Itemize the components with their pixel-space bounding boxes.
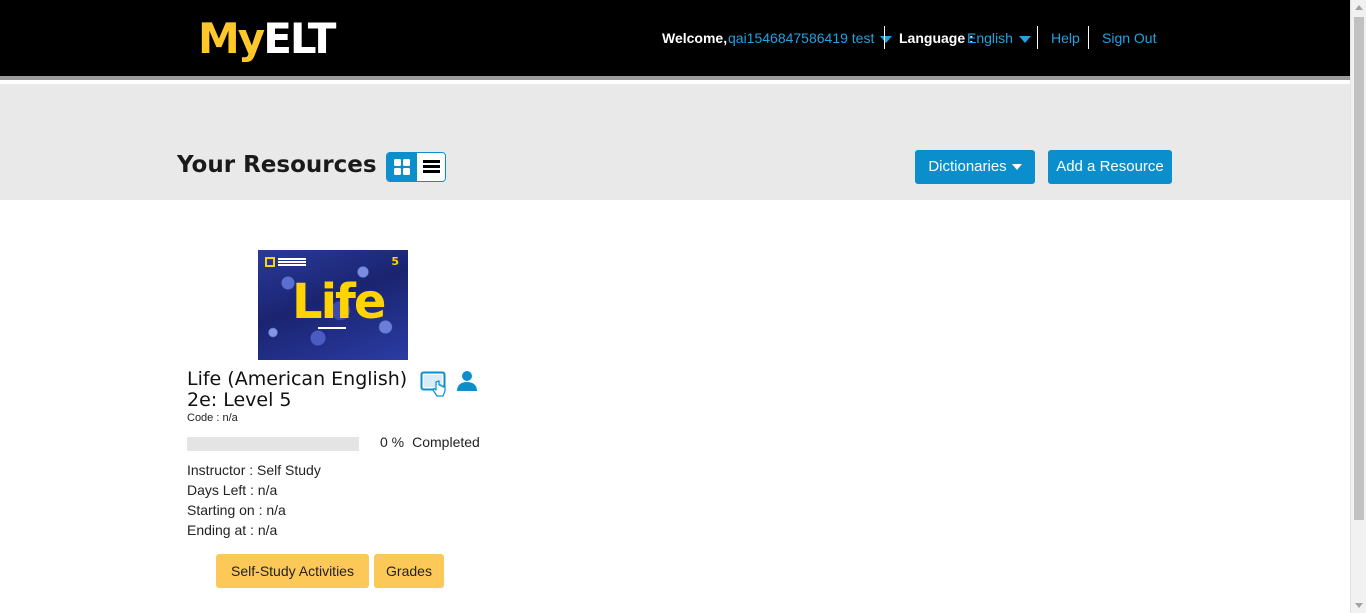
user-menu[interactable]: qai1546847586419 test	[728, 27, 893, 49]
list-view-icon[interactable]	[417, 153, 445, 181]
scroll-up-icon[interactable]	[1355, 5, 1363, 10]
progress-percent: 0 %	[380, 434, 405, 450]
scroll-down-icon[interactable]	[1355, 603, 1363, 608]
user-icon[interactable]	[456, 370, 478, 392]
language-select[interactable]: English	[967, 27, 1031, 49]
dictionaries-button[interactable]: Dictionaries	[915, 150, 1035, 184]
header-divider	[884, 26, 885, 49]
chevron-down-icon	[880, 35, 893, 43]
progress-text: 0 % Completed	[380, 434, 480, 450]
logo-elt: ELT	[263, 14, 336, 63]
language-label: Language :	[899, 30, 974, 46]
days-left-text: Days Left : n/a	[187, 482, 278, 498]
header-divider	[1088, 26, 1089, 49]
logo-my: My	[198, 14, 265, 63]
view-toggle	[386, 152, 446, 182]
progress-label: Completed	[412, 434, 480, 450]
resource-title[interactable]: Life (American English) 2e: Level 5	[187, 369, 412, 411]
scrollbar-thumb[interactable]	[1354, 17, 1364, 520]
resource-code: Code : n/a	[187, 412, 238, 424]
language-value[interactable]: English	[967, 30, 1013, 46]
progress-bar	[187, 437, 359, 451]
page-title: Your Resources	[177, 152, 377, 178]
resources-header-band: Your Resources Dictionaries Add a Resour…	[0, 84, 1350, 200]
cover-title: Life	[292, 274, 386, 330]
instructor-text: Instructor : Self Study	[187, 462, 321, 478]
self-study-activities-button[interactable]: Self-Study Activities	[216, 554, 369, 588]
vertical-scrollbar[interactable]	[1350, 0, 1366, 613]
welcome-label: Welcome,	[662, 30, 728, 46]
myelt-logo[interactable]: MyELT	[198, 14, 336, 64]
grid-view-icon[interactable]	[387, 153, 417, 181]
username-link[interactable]: qai1546847586419 test	[728, 30, 874, 46]
tablet-touch-icon[interactable]	[420, 370, 450, 398]
publisher-logo	[265, 257, 275, 267]
grades-button[interactable]: Grades	[374, 554, 444, 588]
ending-at-text: Ending at : n/a	[187, 522, 278, 538]
add-resource-button[interactable]: Add a Resource	[1048, 150, 1172, 184]
sign-out-link[interactable]: Sign Out	[1102, 27, 1156, 49]
book-cover-image[interactable]: 5 Life	[258, 250, 408, 360]
header-divider	[1037, 26, 1038, 49]
help-link[interactable]: Help	[1051, 27, 1080, 49]
chevron-down-icon	[1018, 35, 1031, 43]
chevron-down-icon	[1011, 164, 1022, 171]
cover-level: 5	[391, 255, 399, 268]
top-header: MyELT Welcome, qai1546847586419 test Lan…	[0, 0, 1350, 80]
starting-on-text: Starting on : n/a	[187, 502, 286, 518]
